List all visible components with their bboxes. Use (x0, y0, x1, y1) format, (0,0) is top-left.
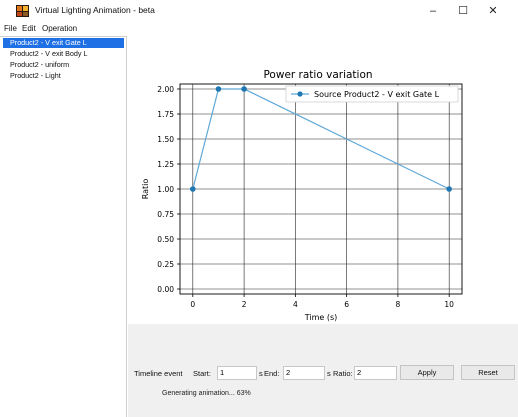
minimize-button[interactable]: – (418, 0, 448, 22)
window-title: Virtual Lighting Animation - beta (35, 5, 155, 15)
y-tick-label: 0.00 (157, 285, 174, 294)
chart-title: Power ratio variation (263, 69, 372, 81)
start-input[interactable]: 1 (217, 366, 257, 380)
y-tick-label: 1.00 (157, 185, 174, 194)
y-axis-label: Ratio (141, 179, 150, 200)
y-tick-label: 1.50 (157, 135, 174, 144)
legend: Source Product2 - V exit Gate L (285, 85, 459, 103)
status-text: Generating animation... 63% (162, 390, 251, 397)
x-axis-label: Time (s) (304, 313, 338, 322)
y-tick-label: 0.25 (157, 260, 174, 269)
end-input[interactable]: 2 (283, 366, 325, 380)
list-item[interactable]: Product2 - V exit Body L (3, 49, 124, 59)
data-point (241, 86, 247, 92)
power-ratio-chart: Power ratio variation 0 2 4 6 8 10 0.00 0.25 0.5… (141, 69, 463, 322)
menu-operation[interactable]: Operation (42, 24, 77, 33)
menu-file[interactable]: File (4, 24, 17, 33)
data-point (190, 186, 196, 192)
close-button[interactable]: ✕ (478, 0, 508, 22)
x-tick-label: 6 (344, 300, 349, 309)
x-tick-label: 8 (396, 300, 401, 309)
ratio-label: Ratio: (333, 369, 353, 378)
legend-marker (297, 91, 303, 97)
x-tick-label: 2 (242, 300, 247, 309)
reset-button[interactable]: Reset (461, 365, 515, 380)
ratio-input[interactable]: 2 (354, 366, 397, 380)
list-item[interactable]: Product2 - V exit Gate L (3, 38, 124, 48)
y-tick-label: 0.50 (157, 235, 174, 244)
y-tick-label: 1.25 (157, 160, 174, 169)
data-point (215, 86, 222, 92)
plot-area: Power ratio variation 0 2 4 6 8 10 0.00 0.25 0.5… (128, 36, 518, 324)
start-unit: s (259, 369, 263, 378)
app-icon (16, 5, 29, 17)
maximize-button[interactable]: ☐ (448, 0, 478, 22)
x-tick-label: 0 (190, 300, 195, 309)
x-tick-label: 4 (293, 300, 298, 309)
timeline-panel: Timeline event Start: 1 s End: 2 s Ratio… (128, 324, 518, 417)
start-label: Start: (193, 369, 211, 378)
y-tick-label: 2.00 (157, 85, 174, 94)
title-bar: Virtual Lighting Animation - beta – ☐ ✕ (0, 0, 518, 22)
source-list: Product2 - V exit Gate L Product2 - V ex… (0, 36, 127, 417)
data-point (446, 186, 452, 192)
x-tick-label: 10 (444, 300, 454, 309)
menu-bar: File Edit Operation (0, 22, 518, 36)
end-unit: s (327, 369, 331, 378)
apply-button[interactable]: Apply (400, 365, 454, 380)
list-item[interactable]: Product2 - Light (3, 71, 124, 81)
legend-label: Source Product2 - V exit Gate L (314, 90, 440, 99)
list-item[interactable]: Product2 - uniform (3, 60, 124, 70)
menu-edit[interactable]: Edit (22, 24, 36, 33)
y-tick-label: 1.75 (157, 110, 174, 119)
y-tick-label: 0.75 (157, 210, 174, 219)
end-label: End: (264, 369, 280, 378)
timeline-event-label: Timeline event (134, 369, 183, 378)
grid (180, 84, 462, 294)
